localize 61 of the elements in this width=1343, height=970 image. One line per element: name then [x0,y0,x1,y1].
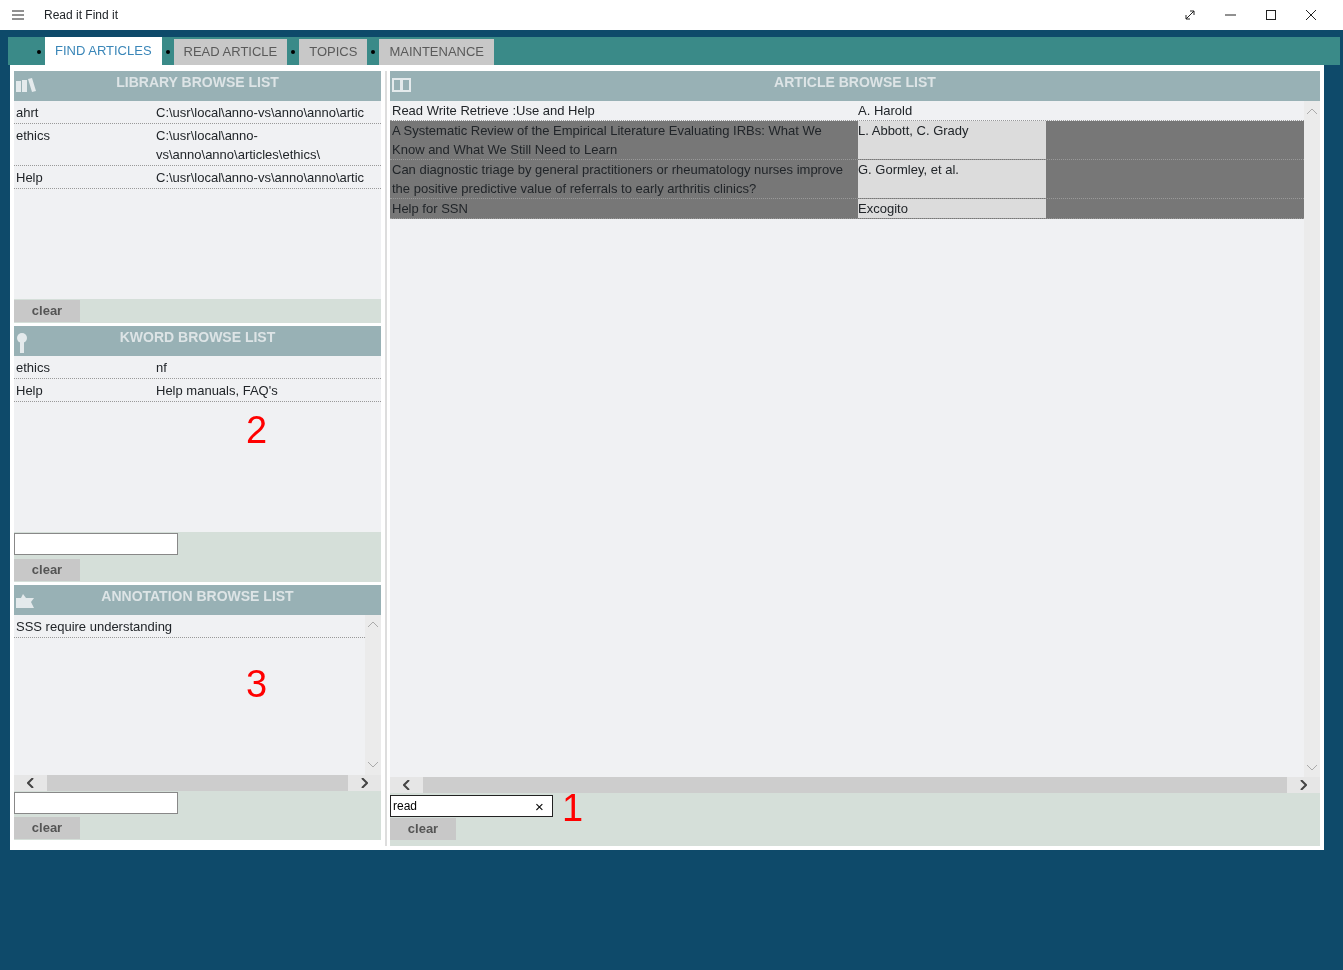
expand-icon[interactable] [1185,10,1195,20]
book-icon [392,78,412,92]
library-name: ahrt [16,104,40,122]
search-field[interactable]: read × [390,795,553,817]
library-path: C:\usr\local\anno-vs\anno\anno\articles\ethics\ [156,127,322,164]
scroll-left-icon[interactable] [403,780,410,790]
section-header: ARTICLE BROWSE LIST [390,71,1320,101]
article-row[interactable]: A Systematic Review of the Empirical Literature Evaluating IRBs: What We Know and What We Still Need to Learn L. Abbott, C. Grady [390,121,1304,160]
callout-number: 2 [246,411,268,450]
key-icon [16,333,28,354]
clear-button[interactable]: clear [14,558,80,581]
separator-dot [371,50,376,54]
separator-dot [165,50,170,54]
article-title: A Systematic Review of the Empirical Literature Evaluating IRBs: What We Know and What We Still Need to Learn [391,122,823,159]
article-author: A. Harold [858,102,914,120]
section-header: LIBRARY BROWSE LIST [14,71,381,101]
scroll-down-icon[interactable] [368,762,378,769]
section-header: ANNOTATION BROWSE LIST [14,584,381,615]
tab[interactable]: READ ARTICLE [173,39,288,65]
article-row[interactable]: Can diagnostic triage by general practitioners or rheumatology nurses improve the positive predictive value of referrals to early arthritis clinics? G. Gormley, et al. [390,160,1304,199]
clear-button[interactable]: clear [14,300,80,322]
article-author: Excogito [858,199,1046,218]
annotation-filter-field[interactable] [14,791,178,814]
keyword-name: Help [16,382,44,401]
callout-number: 3 [246,664,268,703]
separator-dot [291,50,296,54]
tab[interactable]: FIND ARTICLES [45,37,162,65]
callout-number: 1 [562,789,584,827]
article-row[interactable]: Help for SSN Excogito [390,199,1304,219]
scroll-right-icon[interactable] [1300,780,1307,790]
scroll-up-icon[interactable] [1307,107,1317,114]
tab[interactable]: TOPICS [299,39,368,65]
article-author: G. Gormley, et al. [858,160,1046,198]
window-title: Read it Find it [44,7,119,24]
article-author: L. Abbott, C. Grady [858,121,1046,159]
library-path: C:\usr\local\anno-vs\anno\anno\artic [156,104,366,122]
books-icon [16,78,36,92]
separator-dot [37,50,41,54]
scroll-right-icon[interactable] [361,777,368,788]
keyword-description: Help manuals, FAQ's [156,382,279,401]
scroll-down-icon[interactable] [1307,764,1317,771]
article-title: Can diagnostic triage by general practitioners or rheumatology nurses improve the positive predictive value of referrals to early arthritis clinics? [391,161,844,198]
article-title: Read Write Retrieve :Use and Help [391,102,596,120]
close-icon[interactable] [1306,10,1316,20]
menu-icon[interactable] [12,10,24,20]
clear-button[interactable]: clear [390,818,456,840]
keyword-name: ethics [16,359,51,378]
keyword-description: nf [156,359,168,378]
article-title: Help for SSN [391,200,469,218]
clear-search-button[interactable]: × [531,798,548,814]
library-name: Help [16,169,44,187]
maximize-icon[interactable] [1266,10,1276,20]
tab[interactable]: MAINTENANCE [379,39,495,65]
keyword-filter-field[interactable] [14,533,178,556]
annotation-text: SSS require understanding [16,617,174,636]
library-path: C:\usr\local\anno-vs\anno\anno\artic [156,169,366,187]
library-name: ethics [16,127,51,145]
scroll-up-icon[interactable] [368,621,378,628]
clear-button[interactable]: clear [14,817,80,839]
section-header: KWORD BROWSE LIST [14,326,381,357]
scroll-left-icon[interactable] [27,777,34,788]
